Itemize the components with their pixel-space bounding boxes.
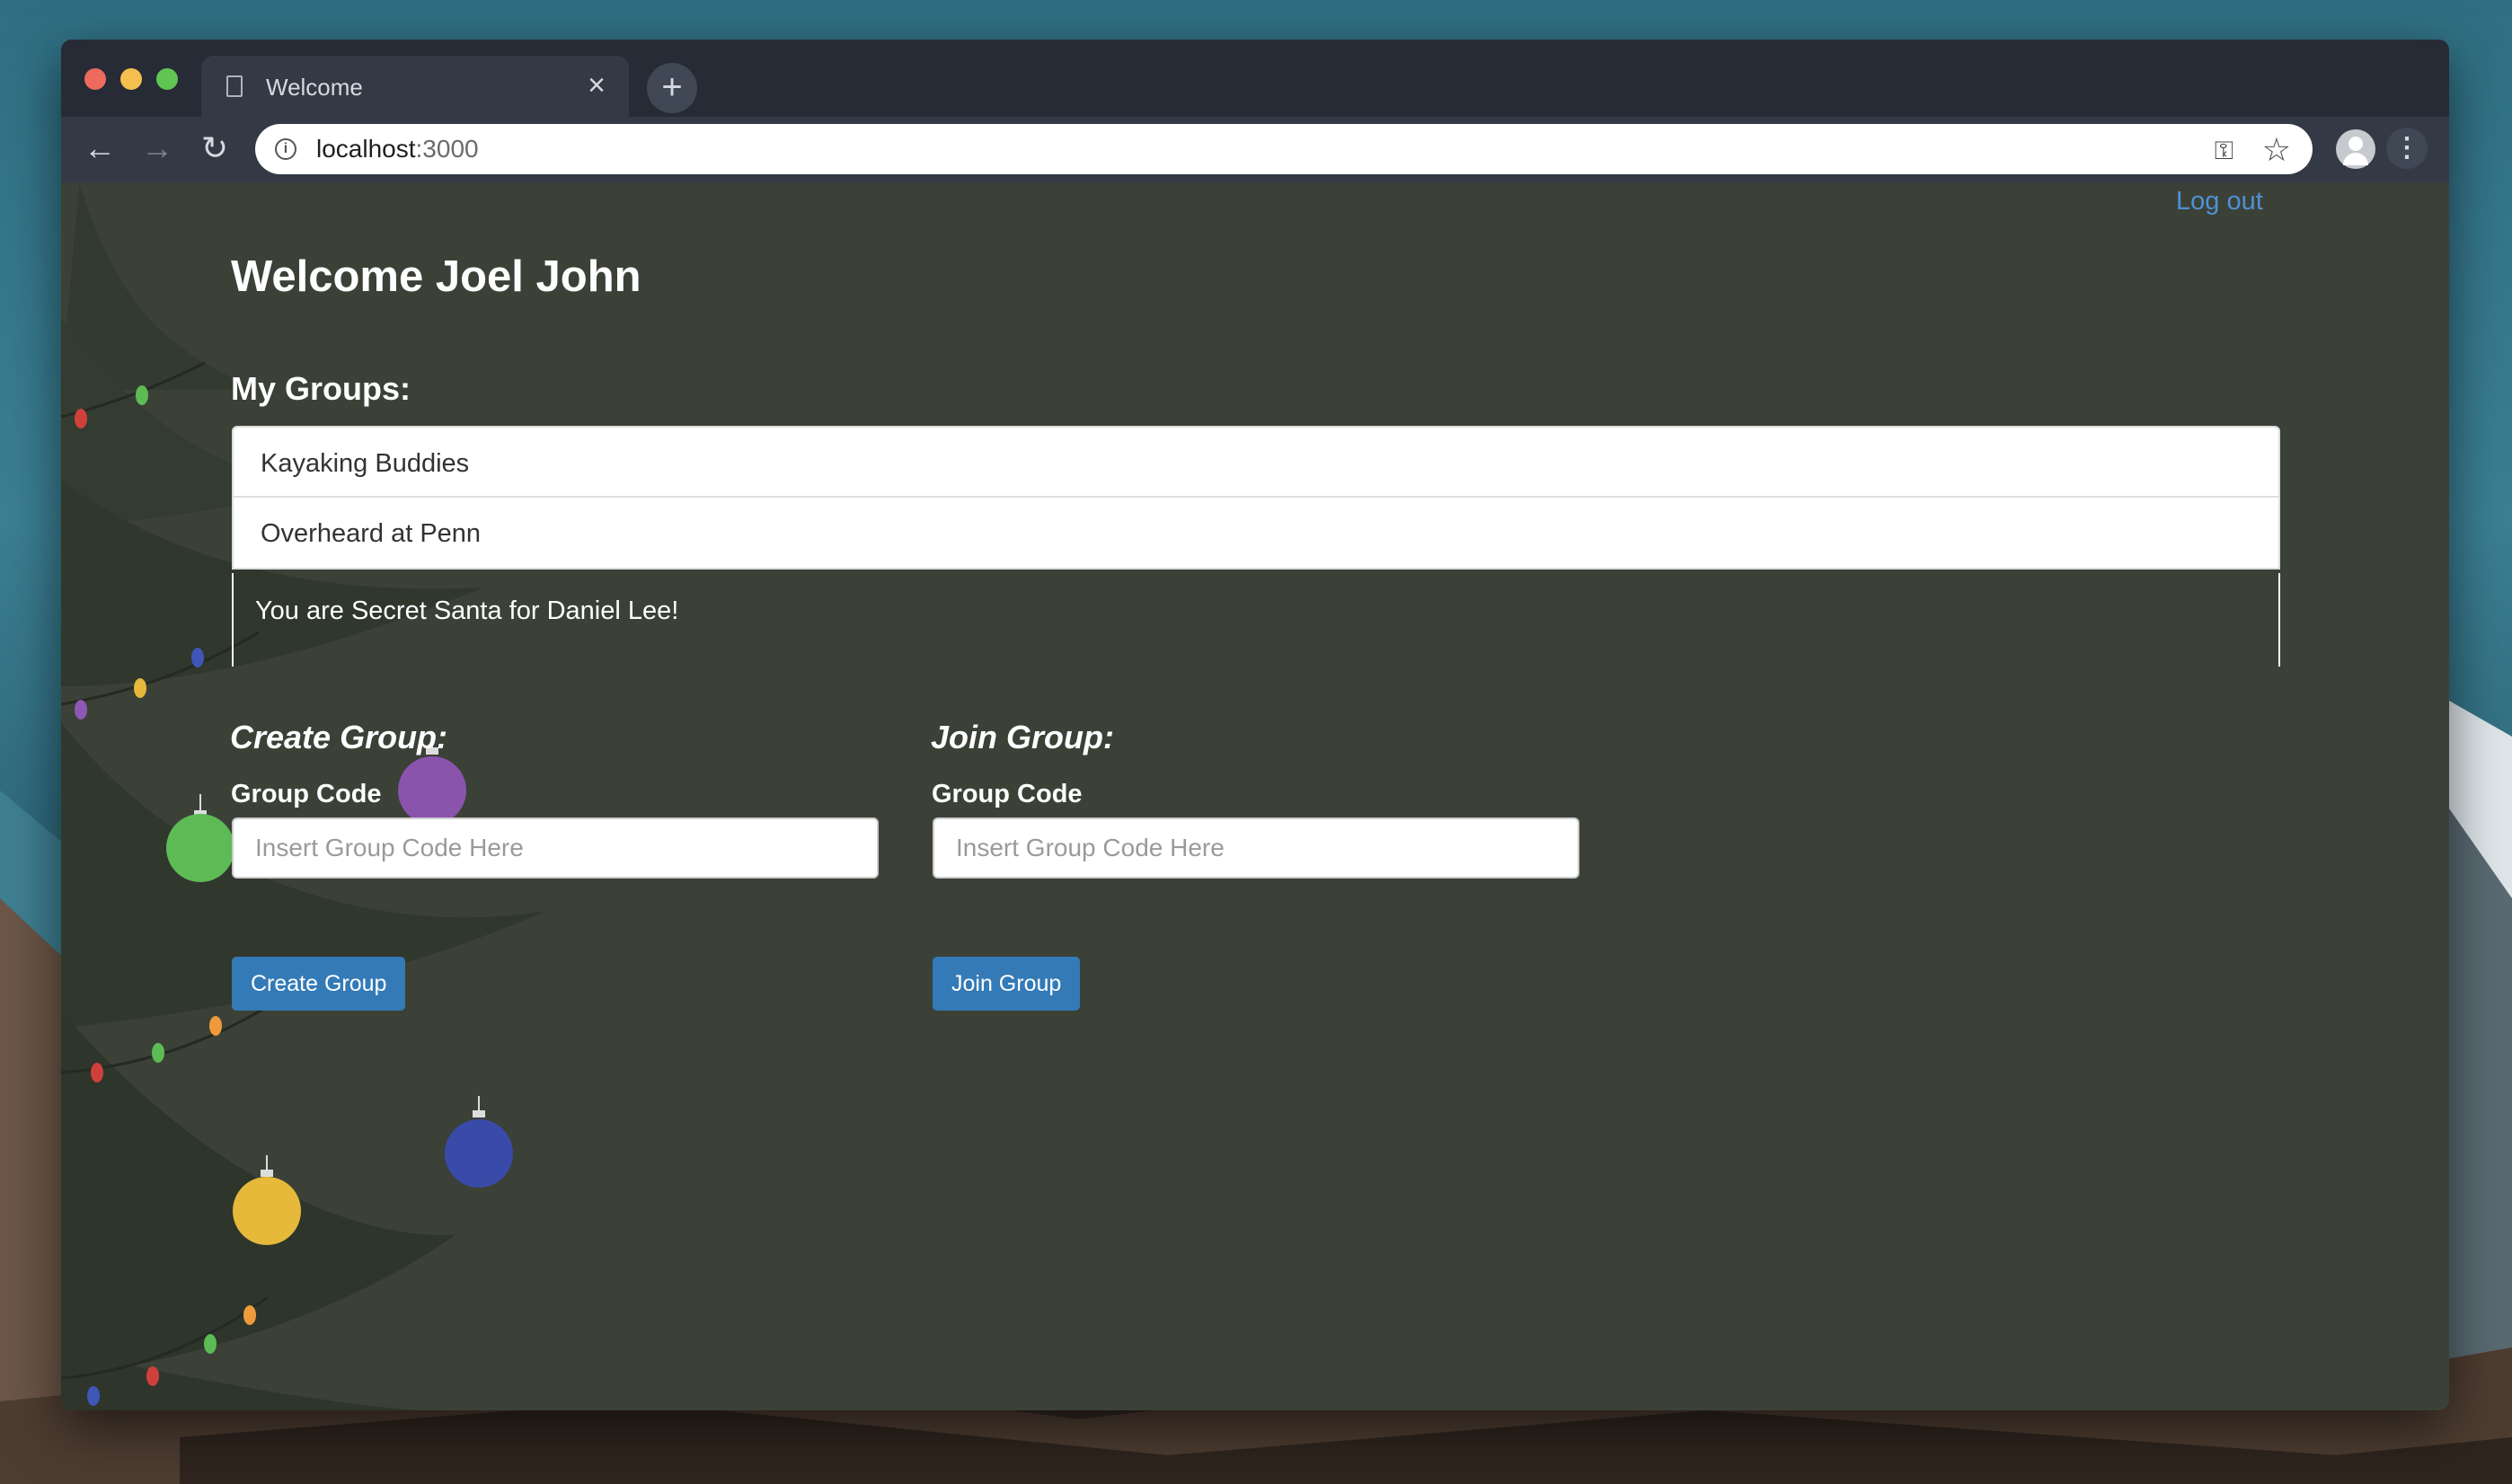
group-list-item[interactable]: Overheard at Penn — [232, 498, 2280, 570]
tab-welcome[interactable]: Welcome × — [201, 56, 629, 117]
kebab-menu-icon[interactable]: ⋮ — [2386, 128, 2428, 169]
info-icon[interactable]: i — [275, 138, 296, 160]
url-text[interactable]: localhost:3000 — [316, 135, 479, 163]
page-content: Log out Welcome Joel John My Groups: Kay… — [61, 183, 2449, 1410]
tab-title: Welcome — [266, 74, 363, 101]
profile-avatar-icon[interactable] — [2336, 129, 2375, 169]
browser-window: Welcome × + ← → ↻ i localhost:3000 ⚿ ☆ ⋮ — [61, 40, 2449, 1410]
forward-arrow-icon[interactable]: → — [135, 126, 180, 171]
tab-bar: Welcome × + — [61, 40, 2449, 117]
my-groups-heading: My Groups: — [231, 370, 411, 407]
close-window-button[interactable] — [84, 68, 106, 90]
create-group-button[interactable]: Create Group — [232, 957, 406, 1011]
url-port: :3000 — [415, 135, 479, 163]
create-group-code-input[interactable] — [232, 817, 879, 879]
new-tab-button[interactable]: + — [647, 63, 697, 113]
back-arrow-icon[interactable]: ← — [77, 126, 122, 171]
bookmark-star-icon[interactable]: ☆ — [2262, 131, 2291, 169]
key-icon[interactable]: ⚿ — [2215, 137, 2233, 166]
join-group-heading: Join Group: — [931, 719, 1114, 755]
url-host: localhost — [316, 135, 416, 163]
minimize-window-button[interactable] — [120, 68, 142, 90]
document-icon — [226, 75, 243, 97]
maximize-window-button[interactable] — [156, 68, 178, 90]
browser-toolbar: ← → ↻ i localhost:3000 ⚿ ☆ ⋮ — [61, 117, 2449, 185]
join-group-code-label: Group Code — [932, 780, 1083, 808]
group-list-item[interactable]: Kayaking Buddies — [232, 426, 2280, 498]
group-list: Kayaking Buddies Overheard at Penn — [232, 426, 2280, 570]
reload-icon[interactable]: ↻ — [192, 126, 237, 171]
join-group-code-input[interactable] — [933, 817, 1579, 879]
tab-close-icon[interactable]: × — [580, 68, 613, 102]
create-group-code-label: Group Code — [231, 780, 382, 808]
join-group-button[interactable]: Join Group — [933, 957, 1081, 1011]
logout-link[interactable]: Log out — [2176, 187, 2263, 216]
page-title: Welcome Joel John — [231, 252, 641, 301]
create-group-heading: Create Group: — [230, 719, 448, 755]
secret-santa-message: You are Secret Santa for Daniel Lee! — [232, 573, 2280, 667]
address-bar[interactable]: i localhost:3000 ⚿ ☆ — [255, 124, 2313, 174]
